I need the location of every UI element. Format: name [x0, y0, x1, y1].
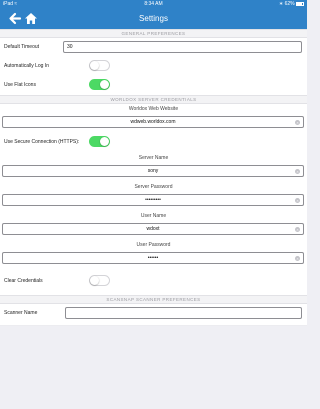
- clear-credentials-label: Clear Credentials: [4, 278, 43, 284]
- user-password-field[interactable]: •••••• ×: [2, 252, 304, 264]
- default-timeout-field[interactable]: 30: [63, 41, 302, 53]
- server-name-value: sony: [147, 168, 159, 174]
- scansnap-preferences-header: SCANSNAP SCANNER PREFERENCES: [0, 295, 307, 304]
- secure-connection-toggle[interactable]: [89, 136, 110, 147]
- clear-field-icon[interactable]: ×: [295, 120, 300, 125]
- auto-login-label: Automatically Log In: [4, 63, 50, 69]
- default-timeout-value: 30: [67, 44, 73, 50]
- user-name-field[interactable]: wdoxt ×: [2, 223, 304, 235]
- scanner-name-field[interactable]: [65, 307, 302, 319]
- clear-field-icon[interactable]: ×: [295, 256, 300, 261]
- server-name-field[interactable]: sony ×: [2, 165, 304, 177]
- status-bar: iPad ≈ 8:34 AM ∗ 62%: [0, 0, 307, 8]
- clear-field-icon[interactable]: ×: [295, 227, 300, 232]
- server-password-field[interactable]: ••••••••• ×: [2, 194, 304, 206]
- toggle-knob: [100, 80, 109, 89]
- toggle-knob: [90, 276, 99, 285]
- battery-icon: [296, 1, 304, 6]
- user-name-value: wdoxt: [146, 226, 160, 232]
- status-battery: ∗ 62%: [279, 0, 304, 8]
- default-timeout-label: Default Timeout: [4, 44, 40, 50]
- nav-bar: Settings: [0, 8, 307, 29]
- user-password-value: ••••••: [147, 255, 159, 261]
- clear-field-icon[interactable]: ×: [295, 169, 300, 174]
- user-name-label: User Name: [140, 213, 167, 219]
- auto-login-toggle[interactable]: [89, 60, 110, 71]
- website-label: Worldox Web Website: [128, 106, 179, 112]
- general-preferences-header: GENERAL PREFERENCES: [0, 29, 307, 38]
- bluetooth-icon: ∗: [279, 1, 284, 7]
- worldox-credentials-header: WORLDOX SERVER CREDENTIALS: [0, 95, 307, 104]
- battery-percent: 62%: [284, 1, 295, 7]
- server-password-value: •••••••••: [145, 197, 161, 203]
- user-password-label: User Password: [136, 242, 171, 248]
- clear-field-icon[interactable]: ×: [295, 198, 300, 203]
- scanner-name-label: Scanner Name: [4, 310, 38, 316]
- server-password-label: Server Password: [134, 184, 173, 190]
- page-title: Settings: [139, 14, 168, 23]
- clear-credentials-toggle[interactable]: [89, 275, 110, 286]
- website-value: wdweb.worldox.com: [130, 119, 176, 125]
- toggle-knob: [90, 61, 99, 70]
- flat-icons-label: Use Flat Icons: [4, 82, 36, 88]
- empty-area: [0, 326, 307, 409]
- toggle-knob: [100, 137, 109, 146]
- status-time: 8:34 AM: [144, 1, 163, 7]
- server-name-label: Server Name: [138, 155, 169, 161]
- settings-form: GENERAL PREFERENCES Default Timeout 30 A…: [0, 29, 307, 409]
- secure-connection-label: Use Secure Connection (HTTPS):: [4, 139, 80, 145]
- flat-icons-toggle[interactable]: [89, 79, 110, 90]
- website-field[interactable]: wdweb.worldox.com ×: [2, 116, 304, 128]
